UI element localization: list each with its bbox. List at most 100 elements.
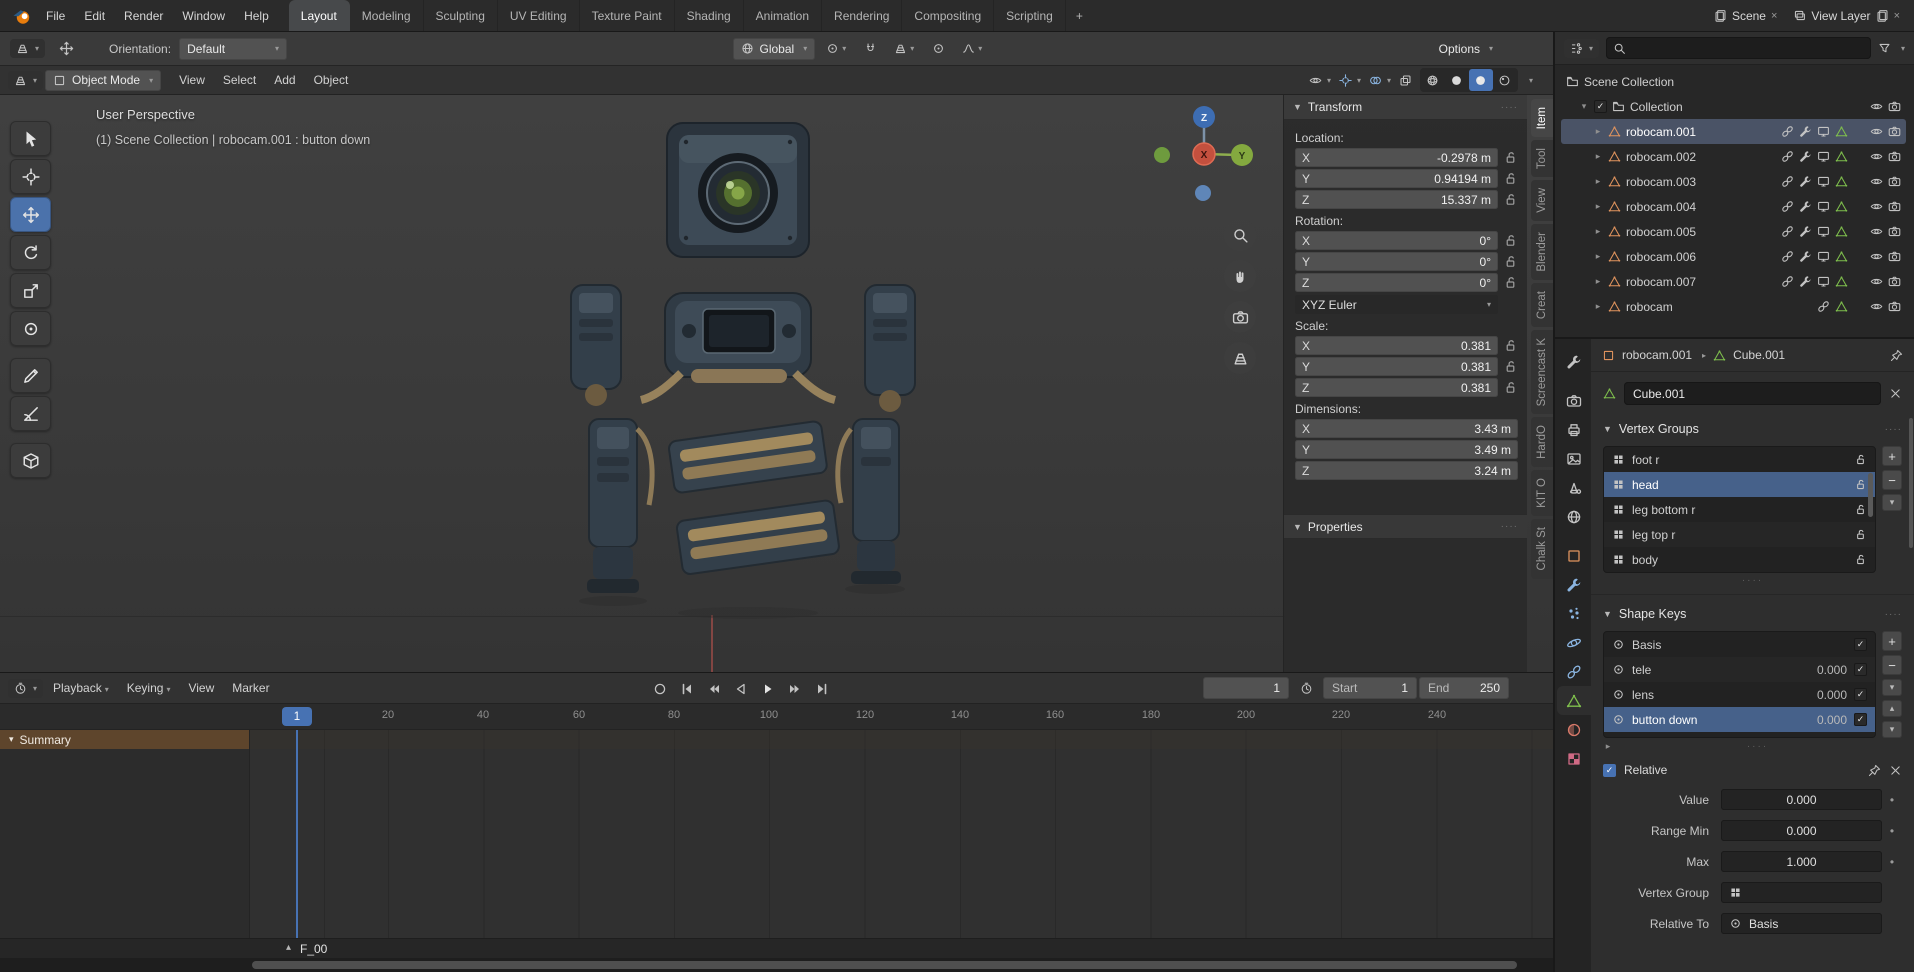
pivot-point-dropdown[interactable]: ▾ <box>823 38 849 60</box>
list-scrollbar[interactable] <box>1868 473 1873 517</box>
scale-z-field[interactable]: Z 0.381 <box>1295 378 1498 397</box>
lock-icon[interactable] <box>1854 478 1867 491</box>
outliner-row-object[interactable]: ▸ robocam.007 <box>1561 269 1906 294</box>
marker-label[interactable]: F_00 <box>300 942 327 956</box>
show-gizmo-toggle[interactable]: ▾ <box>1339 74 1361 87</box>
transform-tool[interactable] <box>10 311 51 346</box>
transform-panel-header[interactable]: ▼ Transform ···· <box>1284 95 1527 120</box>
outliner-row-scene-collection[interactable]: Scene Collection <box>1561 69 1906 94</box>
rotate-tool[interactable] <box>10 235 51 270</box>
breadcrumb-data[interactable]: Cube.001 <box>1733 348 1785 362</box>
viewport-editor-type[interactable]: ▾ <box>8 70 44 90</box>
sidebar-tab-chalkstyle[interactable]: Chalk St <box>1531 519 1553 579</box>
shading-rendered-button[interactable] <box>1493 69 1517 91</box>
shape-key-item[interactable]: tele 0.000 ✓ <box>1604 657 1875 682</box>
expand-icon[interactable]: ▸ <box>1593 301 1603 312</box>
orientation-dropdown[interactable]: Default ▾ <box>179 37 288 60</box>
xray-toggle[interactable] <box>1399 74 1412 87</box>
auto-key-button[interactable] <box>646 676 672 700</box>
shading-solid-button[interactable] <box>1445 69 1469 91</box>
lock-icon[interactable] <box>1854 453 1867 466</box>
outliner-row-object[interactable]: ▸ robocam.004 <box>1561 194 1906 219</box>
tab-object-data[interactable] <box>1557 686 1591 715</box>
rotation-y-field[interactable]: Y 0° <box>1295 252 1498 271</box>
add-shape-key-button[interactable]: + <box>1882 631 1902 651</box>
rotation-mode-dropdown[interactable]: XYZ Euler ▾ <box>1295 295 1498 314</box>
zoom-button[interactable] <box>1224 219 1256 251</box>
shading-wireframe-button[interactable] <box>1421 69 1445 91</box>
playhead-line[interactable] <box>296 730 298 938</box>
mode-selector[interactable]: Object Mode ▾ <box>45 69 162 91</box>
chevron-down-icon[interactable]: ▾ <box>1901 44 1905 53</box>
range-min-field[interactable]: 0.000 <box>1721 820 1882 841</box>
timeline-scrollbar[interactable] <box>0 958 1553 972</box>
lock-icon[interactable] <box>1854 503 1867 516</box>
menu-viewport-view[interactable]: View <box>171 70 213 90</box>
lock-icon[interactable] <box>1503 359 1518 374</box>
cursor-tool[interactable] <box>10 159 51 194</box>
location-x-field[interactable]: X -0.2978 m <box>1295 148 1498 167</box>
menu-viewport-add[interactable]: Add <box>266 70 303 90</box>
collection-checkbox[interactable]: ✓ <box>1594 100 1607 113</box>
workspace-tab-layout[interactable]: Layout <box>288 0 350 31</box>
tab-world[interactable] <box>1557 502 1591 531</box>
add-vertex-group-button[interactable]: + <box>1882 446 1902 466</box>
workspace-tab-shading[interactable]: Shading <box>675 0 744 31</box>
vertex-group-item[interactable]: leg top r <box>1604 522 1875 547</box>
tab-object[interactable] <box>1557 541 1591 570</box>
dimensions-x-field[interactable]: X 3.43 m <box>1295 419 1518 438</box>
disable-render-icon[interactable] <box>1888 275 1901 288</box>
properties-scrollbar[interactable] <box>1909 418 1913 548</box>
sidebar-tab-create[interactable]: Creat <box>1531 282 1553 327</box>
new-view-layer-icon[interactable] <box>1876 9 1889 22</box>
animate-dot-icon[interactable]: • <box>1882 855 1902 869</box>
summary-channel[interactable]: ▾ Summary <box>0 730 249 749</box>
outliner-row-object[interactable]: ▸ robocam.003 <box>1561 169 1906 194</box>
menu-help[interactable]: Help <box>235 5 278 27</box>
menu-render[interactable]: Render <box>115 5 172 27</box>
outliner-row-collection[interactable]: ▾ ✓ Collection <box>1561 94 1906 119</box>
scene-selector[interactable]: Scene × <box>1714 9 1777 23</box>
menu-viewport-object[interactable]: Object <box>306 70 357 90</box>
timeline-editor-type[interactable]: ▾ <box>8 678 44 698</box>
tab-physics[interactable] <box>1557 628 1591 657</box>
hide-eye-icon[interactable] <box>1870 250 1883 263</box>
disable-render-icon[interactable] <box>1888 300 1901 313</box>
lock-icon[interactable] <box>1503 338 1518 353</box>
show-overlays-toggle[interactable]: ▾ <box>1369 74 1391 87</box>
shading-material-button[interactable] <box>1468 69 1493 91</box>
workspace-tab-texture-paint[interactable]: Texture Paint <box>580 0 675 31</box>
expand-icon[interactable]: ▸ <box>1593 251 1603 262</box>
scrollbar-thumb[interactable] <box>252 961 1517 969</box>
panel-grip-icon[interactable]: ···· <box>1501 102 1518 113</box>
disable-render-icon[interactable] <box>1888 250 1901 263</box>
workspace-tab-scripting[interactable]: Scripting <box>994 0 1066 31</box>
pan-button[interactable] <box>1224 260 1256 292</box>
disable-render-icon[interactable] <box>1888 175 1901 188</box>
relative-to-field[interactable]: Basis <box>1721 913 1882 934</box>
frame-start-field[interactable]: Start 1 <box>1323 677 1417 699</box>
lock-icon[interactable] <box>1503 171 1518 186</box>
remove-shape-key-button[interactable]: − <box>1882 655 1902 675</box>
sidebar-tab-kitops[interactable]: KIT O <box>1531 470 1553 517</box>
shape-keys-panel-header[interactable]: ▼ Shape Keys ···· <box>1603 602 1902 626</box>
workspace-tab-animation[interactable]: Animation <box>744 0 823 31</box>
scale-x-field[interactable]: X 0.381 <box>1295 336 1498 355</box>
object-type-visibility-dropdown[interactable]: ▾ <box>1309 74 1331 87</box>
disable-render-icon[interactable] <box>1888 200 1901 213</box>
navigation-gizmo[interactable]: Z Y X <box>1148 101 1260 213</box>
next-keyframe-button[interactable] <box>781 676 807 700</box>
clear-icon[interactable] <box>1889 764 1902 777</box>
animate-dot-icon[interactable]: • <box>1882 793 1902 807</box>
scale-y-field[interactable]: Y 0.381 <box>1295 357 1498 376</box>
ortho-toggle-button[interactable] <box>1224 342 1256 374</box>
outliner-search-input[interactable] <box>1606 37 1871 59</box>
move-shape-key-down-button[interactable]: ▾ <box>1882 721 1902 738</box>
hide-eye-icon[interactable] <box>1870 275 1883 288</box>
value-field[interactable]: 0.000 <box>1721 789 1882 810</box>
shape-key-mute-checkbox[interactable]: ✓ <box>1854 713 1867 726</box>
robocam-model[interactable] <box>553 113 933 633</box>
active-tool-icon[interactable] <box>53 38 79 60</box>
timeline-frames-area[interactable] <box>250 730 1553 938</box>
shape-key-mute-checkbox[interactable]: ✓ <box>1854 638 1867 651</box>
